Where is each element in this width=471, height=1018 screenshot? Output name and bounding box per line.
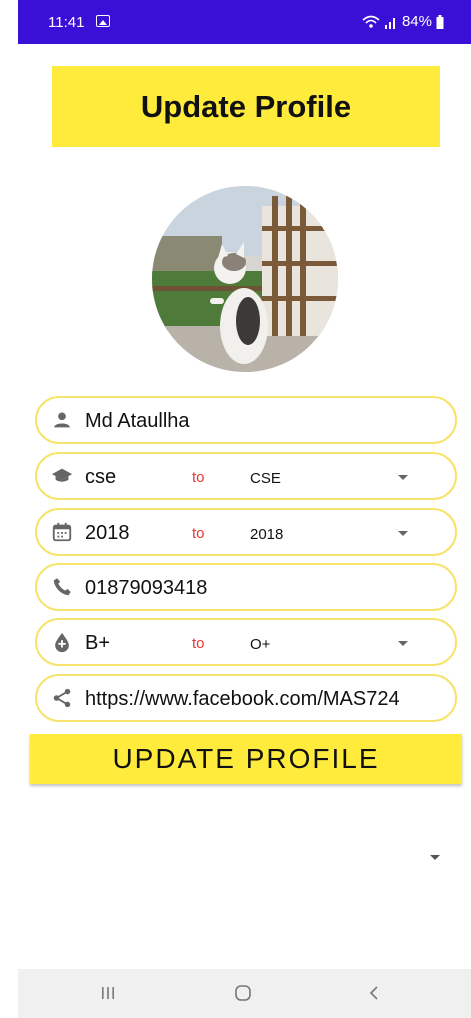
session-value[interactable]: 2018	[85, 522, 130, 545]
recents-icon	[102, 987, 114, 999]
status-time: 11:41	[48, 14, 85, 31]
department-value[interactable]: cse	[85, 466, 116, 489]
blood-group-to-label: to	[192, 635, 205, 652]
update-profile-button[interactable]: UPDATE PROFILE	[30, 734, 462, 784]
battery-icon	[436, 14, 444, 29]
session-field[interactable]: 2018 to 2018	[35, 508, 457, 556]
back-button[interactable]	[354, 977, 394, 1009]
graduation-cap-icon	[51, 468, 73, 482]
facebook-field[interactable]: https://www.facebook.com/MAS724	[35, 674, 457, 722]
facebook-value[interactable]: https://www.facebook.com/MAS724	[85, 688, 400, 711]
phone-field[interactable]: 01879093418	[35, 563, 457, 611]
chevron-down-icon[interactable]	[430, 855, 440, 860]
update-profile-label: UPDATE PROFILE	[112, 743, 380, 774]
back-icon	[369, 986, 378, 1000]
calendar-icon	[52, 522, 72, 542]
phone-icon	[53, 578, 71, 596]
navigation-bar	[18, 969, 471, 1018]
chevron-down-icon[interactable]	[398, 475, 408, 480]
home-icon	[235, 985, 251, 1001]
department-to-label: to	[192, 469, 205, 486]
status-indicators: 84%	[362, 13, 444, 30]
share-icon	[53, 688, 71, 708]
chevron-down-icon[interactable]	[398, 531, 408, 536]
phone-value[interactable]: 01879093418	[85, 577, 207, 600]
department-field[interactable]: cse to CSE	[35, 452, 457, 500]
person-icon	[54, 412, 70, 428]
cat-photo-avatar	[152, 186, 338, 372]
name-field[interactable]: Md Ataullha	[35, 396, 457, 444]
page-title: Update Profile	[140, 88, 352, 124]
blood-drop-icon	[55, 632, 69, 653]
session-to-label: to	[192, 525, 205, 542]
name-value: Md Ataullha	[85, 410, 190, 432]
battery-percent: 84%	[401, 13, 432, 30]
department-select[interactable]: CSE	[250, 470, 281, 487]
blood-group-select[interactable]: O+	[250, 636, 270, 653]
wifi-icon	[362, 15, 380, 28]
blood-group-field[interactable]: B+ to O+	[35, 618, 457, 666]
status-bar: 11:41 84%	[18, 0, 471, 44]
blood-group-value[interactable]: B+	[85, 632, 110, 655]
gallery-notification-icon	[96, 15, 110, 27]
session-select[interactable]: 2018	[250, 526, 283, 543]
recents-button[interactable]	[88, 977, 128, 1009]
profile-avatar[interactable]	[152, 186, 338, 372]
title-banner: Update Profile	[52, 66, 440, 147]
home-button[interactable]	[223, 977, 263, 1009]
chevron-down-icon[interactable]	[398, 641, 408, 646]
signal-icon	[384, 17, 395, 29]
